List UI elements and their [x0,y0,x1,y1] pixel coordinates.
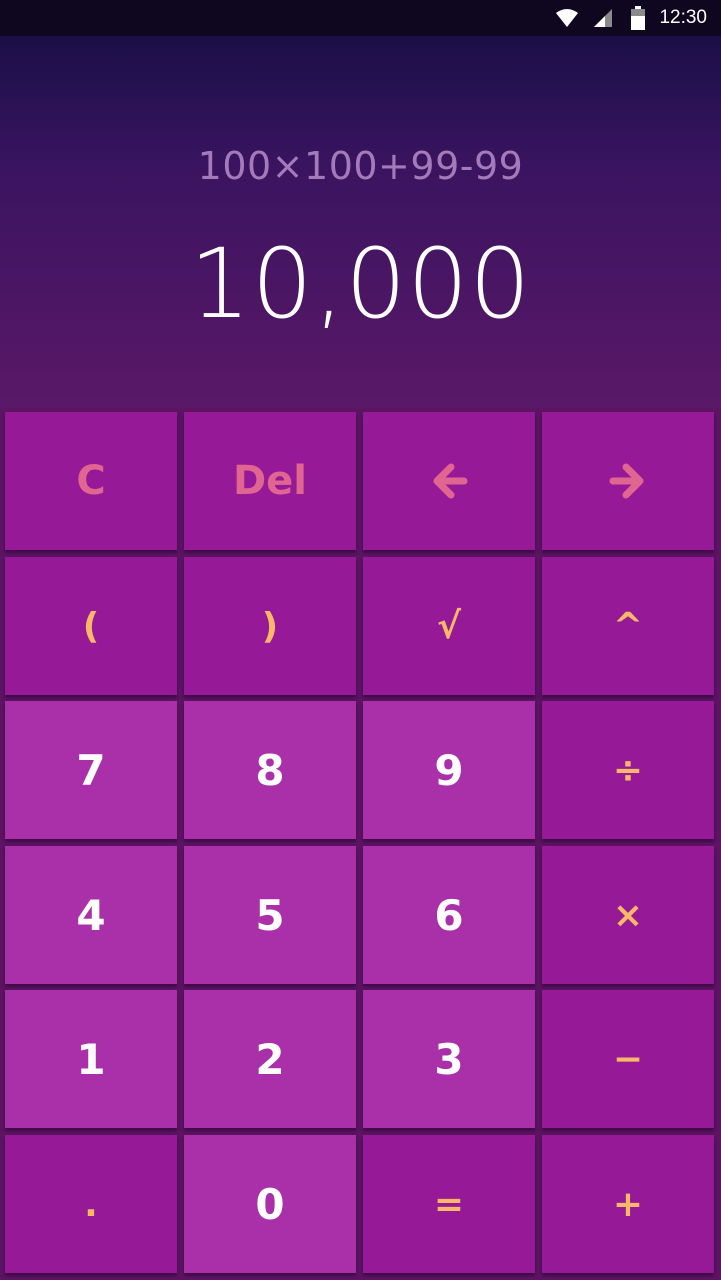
power-button[interactable]: ^ [542,557,714,695]
digit-1-button[interactable]: 1 [5,990,177,1128]
digit-8-label: 8 [255,745,285,795]
digit-2-button[interactable]: 2 [184,990,356,1128]
decimal-label: . [84,1183,98,1225]
digit-9-label: 9 [434,745,464,795]
open-paren-button[interactable]: ( [5,557,177,695]
cursor-right-button[interactable] [542,412,714,550]
digit-1-label: 1 [76,1034,106,1084]
digit-0-button[interactable]: 0 [184,1135,356,1273]
arrow-left-icon [433,463,468,499]
sqrt-label: √ [436,605,461,647]
result-text: 10,000 [189,228,532,340]
open-paren-label: ( [82,605,100,647]
multiply-button[interactable]: × [542,846,714,984]
add-label: + [612,1183,644,1225]
status-bar: 12:30 [0,0,721,36]
digit-6-label: 6 [434,890,464,940]
add-button[interactable]: + [542,1135,714,1273]
subtract-label: − [612,1038,644,1080]
digit-4-button[interactable]: 4 [5,846,177,984]
equals-button[interactable]: = [363,1135,535,1273]
keypad: C Del ( ) √ ^ 7 8 9 ÷ 4 5 6 × 1 2 3 − . … [0,408,721,1280]
digit-8-button[interactable]: 8 [184,701,356,839]
digit-2-label: 2 [255,1034,285,1084]
digit-3-button[interactable]: 3 [363,990,535,1128]
digit-7-label: 7 [76,745,106,795]
divide-label: ÷ [612,749,644,791]
digit-6-button[interactable]: 6 [363,846,535,984]
clear-button[interactable]: C [5,412,177,550]
digit-0-label: 0 [255,1179,285,1229]
calculator-display: 100×100+99-99 10,000 [0,36,721,408]
signal-icon [594,9,612,27]
cursor-left-button[interactable] [363,412,535,550]
divide-button[interactable]: ÷ [542,701,714,839]
status-time: 12:30 [659,7,707,28]
digit-5-label: 5 [255,890,285,940]
delete-button[interactable]: Del [184,412,356,550]
close-paren-label: ) [261,605,279,647]
battery-icon [631,6,645,30]
subtract-button[interactable]: − [542,990,714,1128]
digit-5-button[interactable]: 5 [184,846,356,984]
digit-4-label: 4 [76,890,106,940]
digit-9-button[interactable]: 9 [363,701,535,839]
digit-3-label: 3 [434,1034,464,1084]
wifi-icon [556,9,578,27]
multiply-label: × [612,894,644,936]
arrow-right-icon [609,463,644,499]
expression-text[interactable]: 100×100+99-99 [0,144,721,188]
equals-label: = [433,1183,465,1225]
power-label: ^ [612,605,644,647]
decimal-button[interactable]: . [5,1135,177,1273]
delete-label: Del [232,458,308,504]
sqrt-button[interactable]: √ [363,557,535,695]
clear-label: C [76,458,106,504]
close-paren-button[interactable]: ) [184,557,356,695]
digit-7-button[interactable]: 7 [5,701,177,839]
